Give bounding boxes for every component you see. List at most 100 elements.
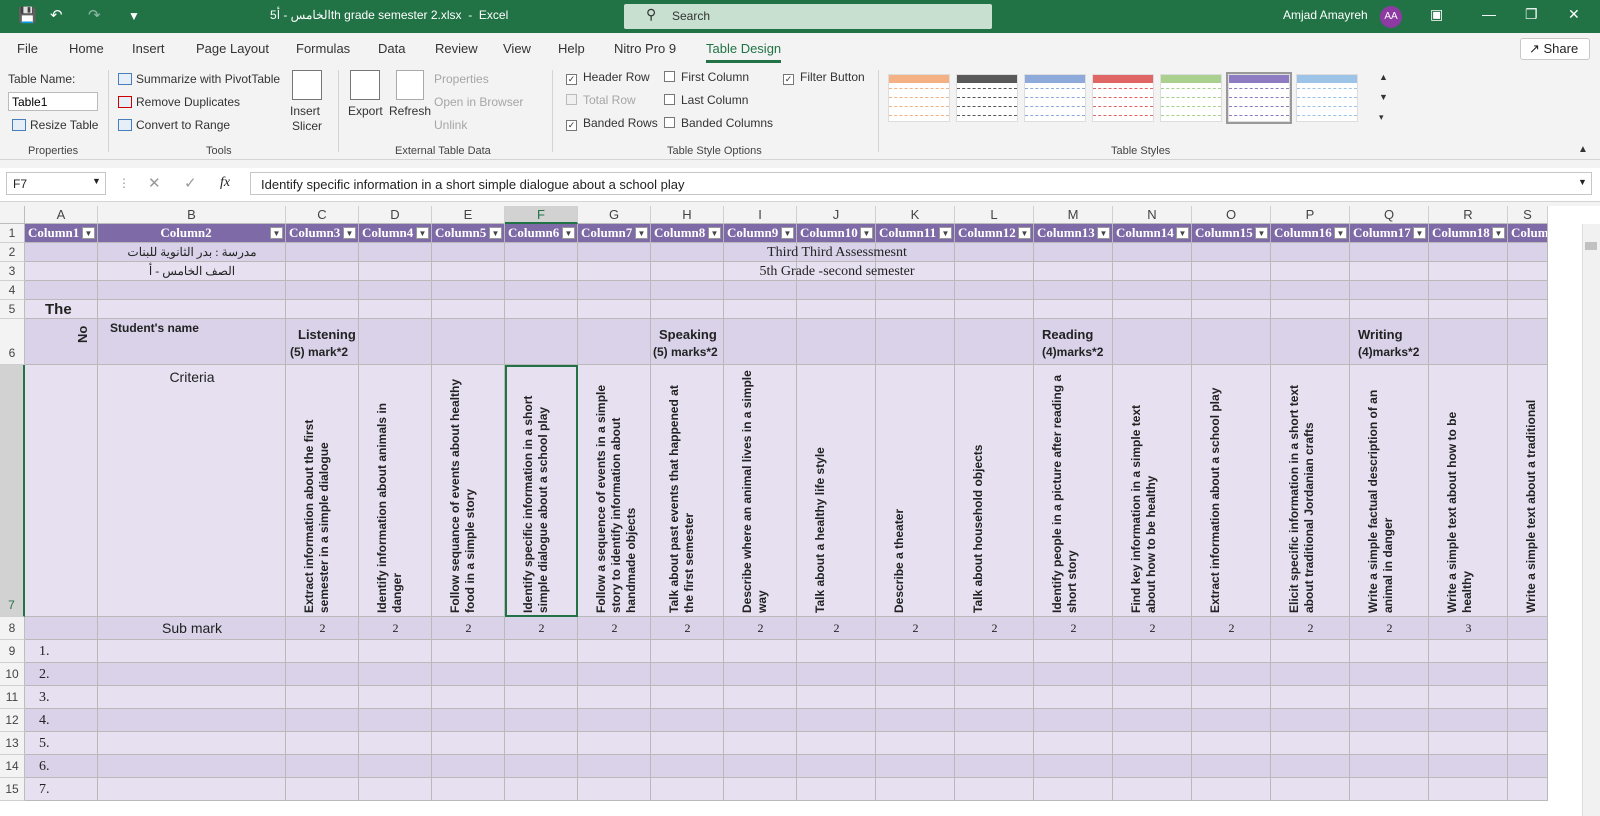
table-header-cell[interactable]: Column19 [1508, 224, 1548, 243]
cell[interactable] [1271, 709, 1350, 732]
cell[interactable] [876, 281, 955, 300]
share-button[interactable]: ↗ Share [1520, 38, 1590, 60]
cell[interactable] [1113, 319, 1192, 365]
cell[interactable] [1271, 663, 1350, 686]
cell[interactable] [797, 709, 876, 732]
cell[interactable] [1508, 686, 1548, 709]
column-header[interactable]: K [876, 206, 955, 224]
filter-dropdown-icon[interactable]: ▼ [635, 227, 648, 239]
banded-columns-checkbox[interactable]: Banded Columns [664, 116, 773, 130]
cell[interactable] [578, 281, 651, 300]
cell[interactable] [1034, 262, 1113, 281]
cell[interactable] [359, 262, 432, 281]
cell[interactable] [505, 778, 578, 801]
cell[interactable] [797, 732, 876, 755]
cell[interactable] [1429, 640, 1508, 663]
cell[interactable] [1113, 640, 1192, 663]
column-header[interactable]: J [797, 206, 876, 224]
table-header-cell[interactable]: Column9 ▼ [724, 224, 797, 243]
cell[interactable] [724, 755, 797, 778]
cell[interactable] [1429, 663, 1508, 686]
cell[interactable] [1034, 640, 1113, 663]
filter-dropdown-icon[interactable]: ▼ [860, 227, 873, 239]
row-header[interactable]: 4 [0, 281, 25, 300]
customize-qat-icon[interactable]: ▼ [128, 9, 140, 23]
filter-dropdown-icon[interactable]: ▼ [781, 227, 794, 239]
cell[interactable] [578, 755, 651, 778]
cell[interactable] [724, 300, 797, 319]
filter-dropdown-icon[interactable]: ▼ [562, 227, 575, 239]
table-header-cell[interactable]: Column6 ▼ [505, 224, 578, 243]
cell[interactable] [98, 709, 286, 732]
cell[interactable] [1192, 300, 1271, 319]
worksheet-grid[interactable]: A B C D E F G H I J K L M N O P Q R S 1 2 3 4 5 6 7 8 9 10 11 12 13 14 15… [0, 206, 1600, 816]
cell[interactable] [432, 663, 505, 686]
cell[interactable] [724, 686, 797, 709]
cell[interactable] [1429, 300, 1508, 319]
column-header[interactable]: Q [1350, 206, 1429, 224]
cell[interactable] [876, 755, 955, 778]
table-header-cell[interactable]: Column5 ▼ [432, 224, 505, 243]
cell[interactable] [432, 319, 505, 365]
row-header[interactable]: 7 [0, 365, 25, 617]
cell[interactable] [797, 755, 876, 778]
cell[interactable] [25, 281, 98, 300]
cell[interactable] [1113, 732, 1192, 755]
filter-dropdown-icon[interactable]: ▼ [270, 227, 283, 239]
cell[interactable] [651, 778, 724, 801]
gallery-down-icon[interactable]: ▼ [1379, 92, 1388, 102]
column-header[interactable]: F [505, 206, 578, 224]
cell[interactable] [1034, 281, 1113, 300]
table-header-cell[interactable]: Column17 ▼ [1350, 224, 1429, 243]
row-header[interactable]: 13 [0, 732, 25, 755]
cell[interactable] [1350, 755, 1429, 778]
resize-table-button[interactable]: Resize Table [12, 118, 98, 132]
properties-button[interactable]: Properties [434, 72, 489, 86]
cell[interactable] [651, 281, 724, 300]
cell[interactable] [1350, 300, 1429, 319]
tab-insert[interactable]: Insert [132, 41, 165, 56]
cell[interactable] [1429, 281, 1508, 300]
filter-button-checkbox[interactable]: ✓ Filter Button [783, 70, 865, 85]
filter-dropdown-icon[interactable]: ▼ [1413, 227, 1426, 239]
column-header[interactable]: B [98, 206, 286, 224]
cell[interactable] [505, 663, 578, 686]
cell[interactable] [724, 319, 797, 365]
cell[interactable] [1350, 686, 1429, 709]
column-header[interactable]: D [359, 206, 432, 224]
cell[interactable] [1508, 755, 1548, 778]
table-header-cell[interactable]: Column4 ▼ [359, 224, 432, 243]
cell[interactable] [505, 281, 578, 300]
table-header-cell[interactable]: Column13 ▼ [1034, 224, 1113, 243]
user-name[interactable]: Amjad Amayreh [1283, 8, 1368, 22]
cell[interactable] [1429, 709, 1508, 732]
cell[interactable] [1429, 778, 1508, 801]
cell[interactable] [98, 732, 286, 755]
filter-dropdown-icon[interactable]: ▼ [1176, 227, 1189, 239]
cell[interactable] [1034, 732, 1113, 755]
column-header[interactable]: P [1271, 206, 1350, 224]
table-style-swatch[interactable] [1092, 74, 1154, 122]
cell[interactable] [1350, 663, 1429, 686]
cell[interactable] [1508, 640, 1548, 663]
cell[interactable] [359, 709, 432, 732]
cell[interactable] [1271, 778, 1350, 801]
tab-view[interactable]: View [503, 41, 531, 56]
row-header[interactable]: 6 [0, 319, 25, 365]
row-header[interactable]: 12 [0, 709, 25, 732]
cell[interactable] [505, 243, 578, 262]
cell[interactable] [286, 732, 359, 755]
cell[interactable] [955, 663, 1034, 686]
table-header-cell[interactable]: Column10 ▼ [797, 224, 876, 243]
cell[interactable] [651, 686, 724, 709]
cell[interactable] [432, 686, 505, 709]
header-row-checkbox[interactable]: ✓ Header Row [566, 70, 650, 85]
cell[interactable] [1350, 778, 1429, 801]
minimize-icon[interactable]: — [1482, 6, 1496, 22]
cell[interactable] [1192, 732, 1271, 755]
cell[interactable] [1508, 262, 1548, 281]
cell[interactable] [578, 709, 651, 732]
row-header[interactable]: 2 [0, 243, 25, 262]
cell[interactable] [1350, 243, 1429, 262]
cell[interactable] [1192, 755, 1271, 778]
